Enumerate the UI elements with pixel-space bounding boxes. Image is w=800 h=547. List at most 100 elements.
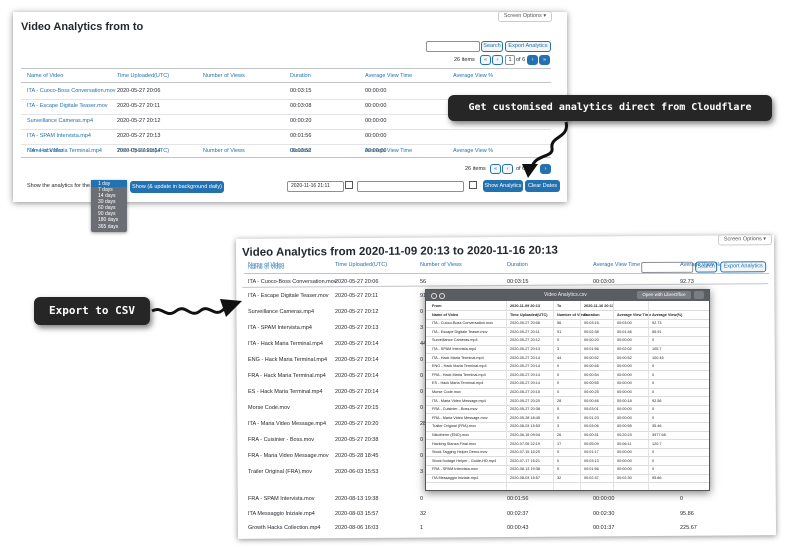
col-name-footer[interactable]: Name of Video [27,148,63,154]
next-page-button[interactable]: › [527,55,538,65]
col-views-footer[interactable]: Number of Views [203,148,245,154]
csv-cell: 0 [557,415,560,420]
video-name[interactable]: Morse Code.mov [248,405,290,411]
video-name[interactable]: ITA Messaggio Iniziale.mp4 [248,511,315,517]
search-button[interactable]: Search [481,41,503,52]
open-with-button[interactable]: Open with LibreOffice [637,291,691,299]
col-time[interactable]: Time Uploaded(UTC) [117,73,169,79]
clear-dates-button[interactable]: Clear Dates [525,180,560,192]
col-avg-time[interactable]: Average View Time [593,262,640,268]
csv-cell: 0 [652,467,655,472]
video-name[interactable]: Surveillance Cameras.mp4 [248,309,314,315]
col-avg-pct-footer[interactable]: Average View % [453,148,493,154]
csv-cell: 44 [557,355,562,360]
first-page-button[interactable]: « [480,55,491,65]
period-dropdown[interactable]: 1 day 7 days 14 days 30 days 60 days 90 … [91,180,127,232]
video-name[interactable]: ITA - Hack Maria Terminal.mp4 [248,341,323,347]
video-name[interactable]: Trailer Original (FRA).mov [248,469,312,475]
video-name[interactable]: ITA - Cuoco-Boss Conversation.mov [248,279,337,285]
fullscreen-icon[interactable] [439,293,445,299]
video-name-link[interactable]: ITA - SPAM Intervista.mp4 [27,133,91,139]
csv-cell: 00:03:13 [584,458,599,463]
video-name[interactable]: Growth Hacks Collection.mp4 [248,525,320,531]
prev-page-button[interactable]: ‹ [492,55,503,65]
video-name[interactable]: FRA - Hack Maria Terminal.mp4 [248,373,326,379]
col-avg-pct[interactable]: Average View % [453,73,493,79]
col-duration-footer[interactable]: Duration [290,148,311,154]
calendar-icon[interactable] [345,181,353,189]
views: 1 [420,525,424,531]
views: 3 [420,469,424,475]
csv-cell: 2020-11-16 20:13 [584,304,614,308]
csv-cell: 00:00:55 [584,381,599,386]
video-name[interactable]: ITA - Escape Digitale Teaser.mov [248,293,329,299]
date-to-input[interactable] [357,181,464,192]
window-titlebar: Video Analytics.csv Open with LibreOffic… [426,290,709,301]
col-avg-time[interactable]: Average View Time [365,73,412,79]
video-name[interactable]: ES - Hack Maria Terminal.mp4 [248,389,322,395]
duration: 00:03:15 [507,279,529,285]
export-analytics-button[interactable]: Export Analytics [720,261,767,273]
calendar-icon[interactable] [469,181,477,189]
csv-cell: Stock Tagging Helper Demo.mov [432,450,488,455]
col-views[interactable]: Number of Views [203,73,245,79]
col-avg-time-footer[interactable]: Average View Time [365,148,412,154]
video-name-link[interactable]: ITA - Escape Digitale Teaser.mov [27,103,108,109]
csv-preview-window: Video Analytics.csv Open with LibreOffic… [425,289,710,491]
csv-cell: 0 [652,338,655,343]
csv-cell: 3 [557,347,560,351]
csv-cell: Average View(%) [652,312,683,317]
screen-options-button[interactable]: Screen Options ▾ [717,234,773,246]
csv-cell: 00:00:00 [617,364,632,369]
csv-cell: 0 [557,467,560,472]
avg-view-time: 00:02:30 [593,511,615,517]
search-input[interactable] [426,41,480,52]
export-analytics-button[interactable]: Export Analytics [505,41,551,52]
close-icon[interactable] [431,293,437,299]
time-uploaded: 2020-05-28 18:45 [335,453,379,459]
avg-view-time: 00:01:37 [593,525,615,531]
csv-cell: 92.73 [652,321,662,326]
share-icon[interactable] [694,291,704,299]
csv-cell: 91 [557,329,562,334]
csv-cell: 0 [652,372,655,377]
csv-cell: 00:01:46 [617,329,632,334]
csv-cell: Name of Video [432,312,459,317]
first-page-button[interactable]: « [490,164,501,174]
col-name[interactable]: Name of Video [248,262,284,268]
col-name[interactable]: Name of Video [27,73,63,79]
dropdown-option[interactable]: 365 days [98,224,118,230]
dropdown-option[interactable]: 180 days [98,217,118,223]
video-name-link[interactable]: ITA - Cuoco-Boss Conversation.mov [27,88,116,94]
csv-cell: 00:02:37 [584,476,599,480]
export-csv-callout: Export to CSV [34,297,150,325]
video-name[interactable]: ENG - Hack Maria Terminal.mp4 [248,357,327,363]
csv-cell: 100.45 [652,355,664,360]
video-name[interactable]: FRA - Maria Video Message.mov [248,453,329,459]
video-name[interactable]: FRA - Cuisinier - Boss.mov [248,437,314,443]
col-views[interactable]: Number of Views [420,262,462,268]
avg-view-time: 00:00:00 [365,118,387,124]
date-from-input[interactable]: 2020-11-16 21:11 [287,181,344,192]
col-time-footer[interactable]: Time Uploaded(UTC) [117,148,169,154]
video-name[interactable]: ITA - SPAM Intervista.mp4 [248,325,312,331]
page-input[interactable]: 1 [505,55,515,65]
video-name[interactable]: ITA - Maria Video Message.mp4 [248,421,326,427]
col-duration[interactable]: Duration [290,73,311,79]
csv-cell: 2020-05-27 20:14 [510,364,540,369]
last-page-button[interactable]: » [539,55,550,65]
csv-cell: 0 [557,458,560,463]
video-name-link[interactable]: Surveillance Cameras.mp4 [27,118,93,124]
views: 0 [420,453,424,459]
csv-cell: Duration [584,312,600,317]
screen-options-button[interactable]: Screen Options ▾ [498,11,552,22]
col-duration[interactable]: Duration [507,262,528,268]
show-analytics-button[interactable]: Show Analytics [483,180,523,192]
show-update-button[interactable]: Show (& update in background daily) [130,181,224,193]
col-avg-pct[interactable]: Average View % [680,262,720,268]
csv-cell: ITA - Escape Digitale Teaser.mov [432,329,488,334]
col-time[interactable]: Time Uploaded(UTC) [335,262,387,268]
csv-row-divider [426,396,709,398]
csv-cell: 2020-05-27 20:14 [510,372,540,377]
video-name[interactable]: FRA - SPAM Intervista.mov [248,496,315,502]
